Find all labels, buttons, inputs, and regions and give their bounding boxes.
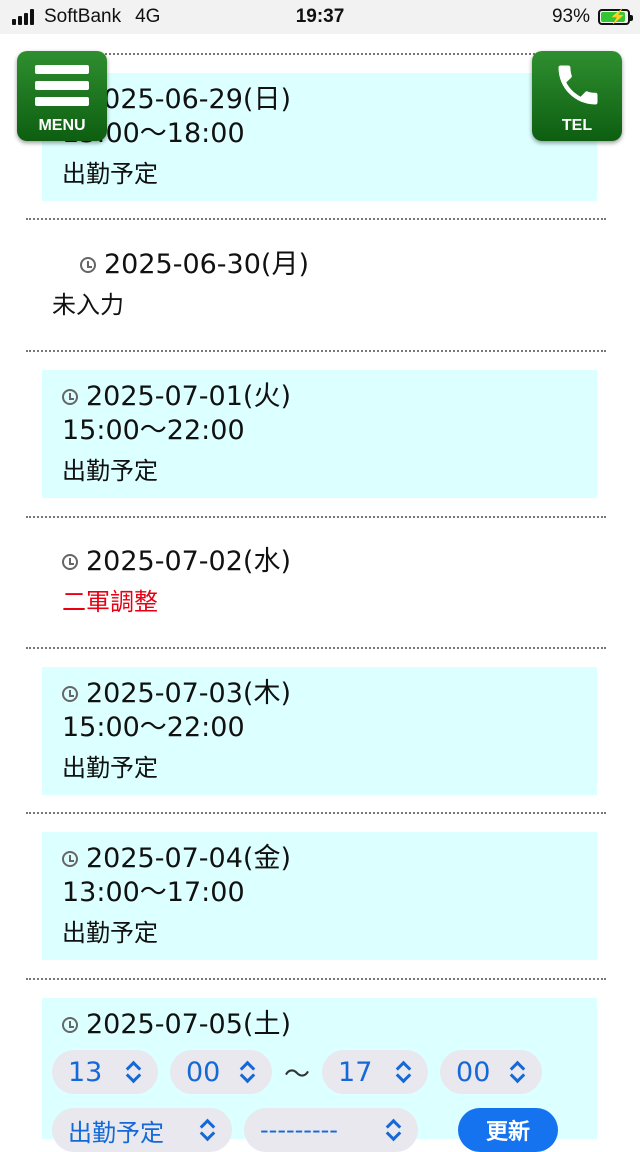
entry-status: 出勤予定 xyxy=(62,457,158,485)
entry-date: 2025-06-30(月) xyxy=(104,249,309,280)
charging-icon: ⚡ xyxy=(609,8,627,24)
chevron-updown-icon xyxy=(394,1061,412,1083)
entry-status: 出勤予定 xyxy=(62,754,158,782)
status-select[interactable]: 出勤予定 xyxy=(52,1108,232,1152)
clock-icon xyxy=(62,389,78,405)
chevron-updown-icon xyxy=(238,1061,256,1083)
battery-percent: 93% xyxy=(551,6,590,27)
entry-time: 15:00～22:00 xyxy=(62,415,245,446)
schedule-entry-editor: 2025-07-05(土) 13 00 ～ 17 00 出勤予定 -------… xyxy=(42,998,597,1152)
end-minute-select[interactable]: 00 xyxy=(440,1050,543,1094)
tel-button[interactable]: TEL xyxy=(532,51,622,141)
clock-icon xyxy=(62,554,78,570)
update-button[interactable]: 更新 xyxy=(458,1108,559,1152)
schedule-entry: 2025-07-04(金) 13:00～17:00 出勤予定 xyxy=(42,832,597,960)
chevron-updown-icon xyxy=(198,1119,216,1141)
time-separator: ～ xyxy=(284,1059,311,1090)
chevron-updown-icon xyxy=(124,1061,142,1083)
divider xyxy=(26,978,606,980)
hamburger-icon xyxy=(35,65,89,74)
end-hour-select[interactable]: 17 xyxy=(322,1050,429,1094)
entry-status: 出勤予定 xyxy=(62,160,158,188)
chevron-updown-icon xyxy=(384,1119,402,1141)
divider xyxy=(26,53,606,55)
battery-icon: ⚡ xyxy=(598,8,633,25)
divider xyxy=(26,350,606,352)
schedule-entry: 2025-06-30(月) 未入力 xyxy=(32,238,587,338)
schedule-entry: 2025-07-03(木) 15:00～22:00 出勤予定 xyxy=(42,667,597,795)
entry-date: 2025-07-01(火) xyxy=(86,381,291,412)
start-minute-select[interactable]: 00 xyxy=(170,1050,272,1094)
divider xyxy=(26,516,606,518)
option-select[interactable]: --------- xyxy=(244,1108,418,1152)
entry-status: 二軍調整 xyxy=(62,588,158,616)
phone-icon xyxy=(558,65,598,105)
battery-info: 93% ⚡ xyxy=(551,6,633,28)
divider xyxy=(26,647,606,649)
clock-icon xyxy=(62,1017,78,1033)
status-bar: SoftBank 4G 19:37 93% ⚡ xyxy=(0,0,640,34)
schedule-entry: 2025-07-02(水) 二軍調整 xyxy=(42,535,597,635)
time-controls: 13 00 ～ 17 00 xyxy=(52,1050,587,1094)
entry-time: 13:00～17:00 xyxy=(62,877,245,908)
entry-time: 15:00～22:00 xyxy=(62,712,245,743)
tel-label: TEL xyxy=(561,117,593,134)
clock-icon xyxy=(80,257,96,273)
entry-date: 2025-07-05(土) xyxy=(86,1009,291,1040)
entry-time: 13:00～18:00 xyxy=(62,118,245,149)
status-controls: 出勤予定 --------- 更新 xyxy=(52,1108,587,1152)
entry-date: 2025-07-03(木) xyxy=(86,678,291,709)
chevron-updown-icon xyxy=(508,1061,526,1083)
entry-status: 未入力 xyxy=(52,291,124,319)
schedule-entry: 2025-06-29(日) 13:00～18:00 出勤予定 xyxy=(42,73,597,201)
menu-button[interactable]: MENU xyxy=(17,51,107,141)
entry-date: 2025-07-04(金) xyxy=(86,843,291,874)
schedule-entry: 2025-07-01(火) 15:00～22:00 出勤予定 xyxy=(42,370,597,498)
divider xyxy=(26,812,606,814)
clock-time: 19:37 xyxy=(295,6,345,27)
entry-date: 2025-06-29(日) xyxy=(86,84,291,115)
divider xyxy=(26,218,606,220)
entry-status: 出勤予定 xyxy=(62,919,158,947)
start-hour-select[interactable]: 13 xyxy=(52,1050,158,1094)
clock-icon xyxy=(62,686,78,702)
menu-label: MENU xyxy=(38,117,86,134)
clock-icon xyxy=(62,851,78,867)
entry-date: 2025-07-02(水) xyxy=(86,546,291,577)
